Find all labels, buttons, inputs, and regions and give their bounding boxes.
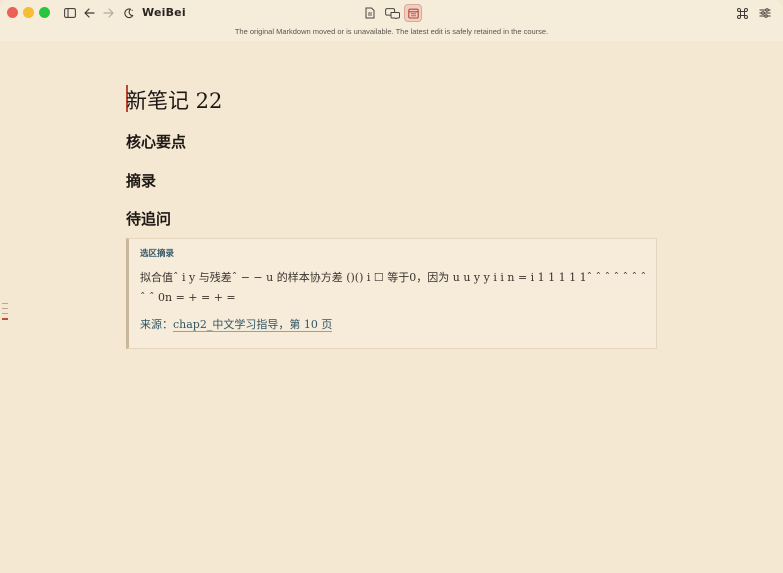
excerpt-label: 选区摘录 xyxy=(140,249,175,259)
status-banner: The original Markdown moved or is unavai… xyxy=(0,26,783,41)
close-window-button[interactable] xyxy=(7,7,18,18)
outline-minimap[interactable] xyxy=(2,303,8,324)
minimap-current-marker xyxy=(2,318,8,320)
moon-icon xyxy=(124,7,134,18)
forward-button[interactable] xyxy=(102,5,115,21)
heading-excerpts[interactable]: 摘录 xyxy=(126,170,156,191)
source-link[interactable]: chap2_中文学习指导，第 10 页 xyxy=(173,318,333,332)
minimize-window-button[interactable] xyxy=(23,7,34,18)
app-title: WeiBei xyxy=(142,6,186,19)
settings-button[interactable] xyxy=(758,5,771,21)
arrow-left-icon xyxy=(84,8,95,18)
page-title[interactable]: 新笔记 22 xyxy=(126,85,222,115)
calendar-icon xyxy=(407,8,419,19)
title-bar: WeiBei xyxy=(0,0,783,26)
command-icon xyxy=(737,7,748,19)
view-mode-chat-button[interactable] xyxy=(382,4,402,22)
minimap-line xyxy=(2,308,8,309)
minimap-line xyxy=(2,313,8,314)
editor-area[interactable]: 新笔记 22 核心要点 摘录 待追问 选区摘录 拟合值ˆ i y 与残差ˆ − … xyxy=(0,41,783,573)
sliders-icon xyxy=(759,8,770,18)
chat-bubbles-icon xyxy=(384,7,400,19)
command-button[interactable] xyxy=(736,5,749,21)
source-prefix: 来源： xyxy=(140,318,173,331)
app-window: WeiBei The original Markdown moved or is… xyxy=(0,0,783,573)
back-button[interactable] xyxy=(83,5,96,21)
heading-key-points[interactable]: 核心要点 xyxy=(126,131,186,152)
minimap-line xyxy=(2,303,8,304)
heading-follow-up[interactable]: 待追问 xyxy=(126,208,171,229)
view-mode-calendar-button[interactable] xyxy=(404,4,422,22)
excerpt-block: 选区摘录 拟合值ˆ i y 与残差ˆ − − u 的样本协方差 ()() i ☐… xyxy=(126,238,657,349)
view-mode-document-button[interactable] xyxy=(361,4,379,22)
excerpt-source: 来源：chap2_中文学习指导，第 10 页 xyxy=(140,316,333,332)
theme-toggle-button[interactable] xyxy=(122,5,135,21)
sidebar-icon xyxy=(63,8,76,18)
zoom-window-button[interactable] xyxy=(39,7,50,18)
sidebar-toggle-button[interactable] xyxy=(63,5,76,21)
arrow-right-icon xyxy=(103,8,114,18)
excerpt-text[interactable]: 拟合值ˆ i y 与残差ˆ − − u 的样本协方差 ()() i ☐ 等于0，… xyxy=(140,268,652,308)
document-icon xyxy=(365,7,375,19)
